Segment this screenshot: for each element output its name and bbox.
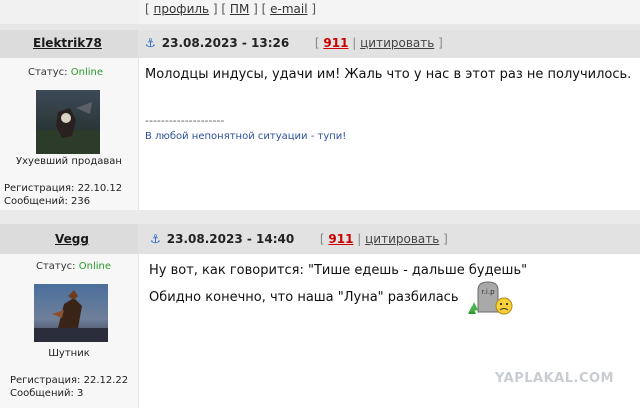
registration-date: Регистрация: 22.12.22 (10, 375, 129, 386)
signature-separator: -------------------- (145, 114, 225, 127)
user-stats: Регистрация: 22.12.22 Сообщений: 3 (10, 374, 128, 400)
email-link[interactable]: e-mail (270, 2, 307, 16)
post-meta: ⚓ 23.08.2023 - 14:40 [ 911 | цитировать ] (150, 232, 448, 246)
bracket: [ (145, 2, 154, 16)
profile-link[interactable]: профиль (154, 2, 210, 16)
bracket: ] (434, 36, 443, 50)
avatar[interactable] (36, 90, 100, 154)
username-link[interactable]: Vegg (55, 232, 89, 246)
post-body: Статус: Online Шутник Регистрация: 22.12… (0, 254, 640, 408)
post-count: Сообщений: 236 (4, 196, 91, 207)
profile-links-bar: [ профиль ] [ ПМ ] [ e-mail ] (0, 0, 640, 24)
status-online: Online (78, 261, 111, 272)
post-date: 23.08.2023 - 13:26 (161, 36, 290, 50)
profile-links-left-pane (0, 0, 138, 24)
user-status: Статус: Online (36, 261, 111, 272)
post-meta: ⚓ 23.08.2023 - 13:26 [ 911 | цитировать ] (145, 36, 443, 50)
bracket: | (348, 36, 361, 50)
avatar[interactable] (34, 284, 108, 342)
registration-date: Регистрация: 22.10.12 (4, 183, 123, 194)
bracket: ] [ (209, 2, 230, 16)
post-number-link[interactable]: 911 (328, 232, 353, 246)
post-header: Elektrik78 ⚓ 23.08.2023 - 13:26 [ 911 | ц… (0, 30, 640, 58)
rip-text: r.i.p (481, 288, 495, 296)
status-label: Статус: (36, 261, 79, 272)
user-stats: Регистрация: 22.10.12 Сообщений: 236 (4, 182, 122, 208)
watermark: YAPLAKAL.COM (495, 371, 614, 386)
message-text: Ну вот, как говорится: "Тише едешь - дал… (149, 263, 528, 278)
user-rank: Ухуевший продаван (16, 156, 122, 167)
rip-smiley-icon: r.i.p (468, 281, 513, 315)
message-text: Обидно конечно, что наша "Луна" разбилас… (149, 290, 459, 305)
message-text: Молодцы индусы, удачи им! Жаль что у нас… (145, 67, 632, 82)
bracket: ] [ (249, 2, 271, 16)
quote-link[interactable]: цитировать (360, 36, 434, 50)
post-number-link[interactable]: 911 (323, 36, 348, 50)
bracket: ] (439, 232, 448, 246)
user-info-pane: Статус: Online Шутник Регистрация: 22.12… (0, 254, 139, 408)
status-online: Online (70, 67, 103, 78)
quote-link[interactable]: цитировать (365, 232, 439, 246)
bracket: | (353, 232, 366, 246)
user-status: Статус: Online (28, 67, 103, 78)
anchor-icon[interactable]: ⚓ (145, 36, 156, 50)
user-info-pane: Статус: Online Ухуевший продаван Регистр… (0, 58, 139, 210)
post-header: Vegg ⚓ 23.08.2023 - 14:40 [ 911 | цитиров… (0, 224, 640, 254)
bracket: ] (307, 2, 317, 16)
post-separator (0, 210, 640, 224)
post-body: Статус: Online Ухуевший продаван Регистр… (0, 58, 640, 210)
profile-links: [ профиль ] [ ПМ ] [ e-mail ] (145, 2, 316, 16)
anchor-icon[interactable]: ⚓ (150, 232, 161, 246)
status-label: Статус: (28, 67, 71, 78)
pm-link[interactable]: ПМ (230, 2, 249, 16)
signature: В любой непонятной ситуации - тупи! (145, 131, 347, 142)
username-link[interactable]: Elektrik78 (33, 36, 102, 50)
post-date: 23.08.2023 - 14:40 (166, 232, 295, 246)
user-rank: Шутник (48, 348, 90, 359)
post-count: Сообщений: 3 (10, 388, 84, 399)
